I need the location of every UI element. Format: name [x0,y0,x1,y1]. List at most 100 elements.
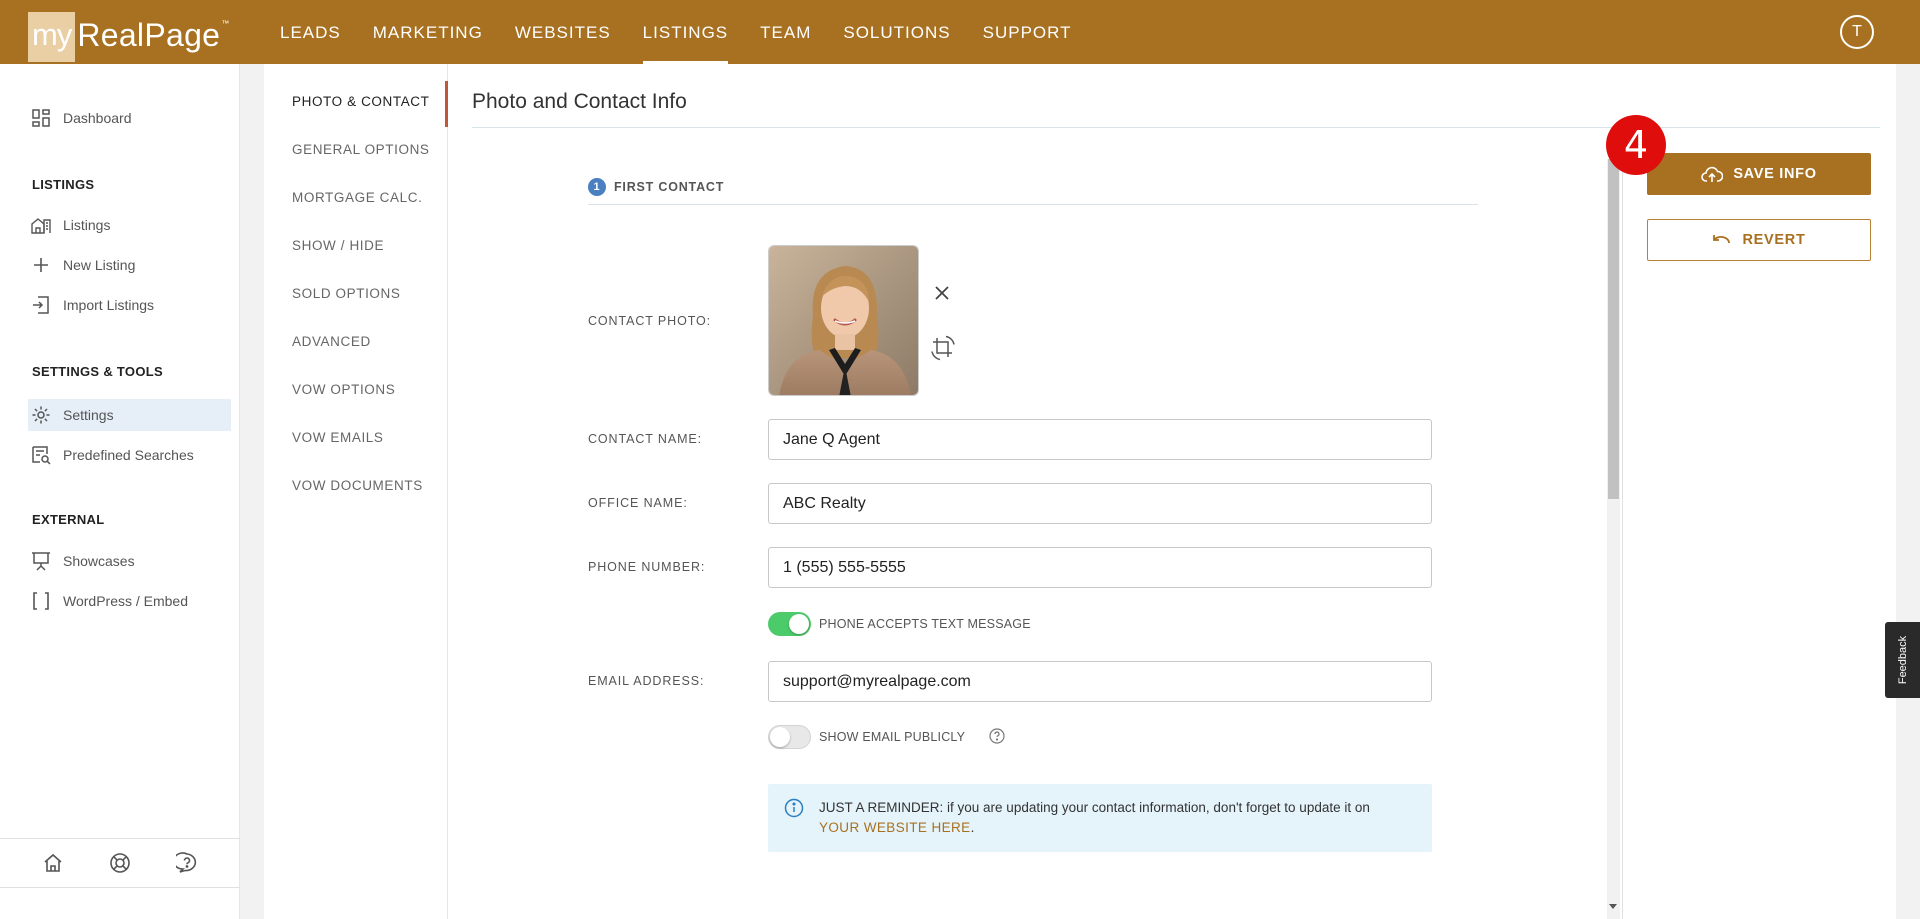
sidebar-item-showcases[interactable]: Showcases [28,545,231,577]
reminder-suffix: . [970,820,975,835]
undo-icon [1713,235,1731,244]
title-divider [472,127,1880,128]
nav-solutions[interactable]: SOLUTIONS [827,0,966,64]
remove-photo-icon[interactable] [930,281,954,305]
subnav-photo-contact[interactable]: PHOTO & CONTACT [292,94,430,109]
dashboard-icon [31,108,51,128]
lifebuoy-icon[interactable] [108,851,132,875]
main-nav: LEADS MARKETING WEBSITES LISTINGS TEAM S… [264,0,1088,64]
sidebar-item-label: Showcases [63,553,135,569]
home-icon[interactable] [41,851,65,875]
actions-divider [1622,159,1623,919]
email-address-label: EMAIL ADDRESS: [588,674,705,688]
sidebar-item-import-listings[interactable]: Import Listings [28,289,231,321]
email-address-input[interactable]: support@myrealpage.com [768,661,1432,702]
phone-text-toggle[interactable] [768,612,811,636]
logo-my: my [28,12,76,62]
subnav-vow-documents[interactable]: VOW DOCUMENTS [292,478,423,493]
myrealpage-logo[interactable]: my RealPage ™ [28,12,229,62]
reminder-text: JUST A REMINDER: if you are updating you… [819,798,1370,838]
scrollbar-thumb[interactable] [1608,159,1619,499]
contact-photo[interactable] [768,245,919,396]
office-name-label: OFFICE NAME: [588,496,688,510]
nav-team[interactable]: TEAM [744,0,827,64]
revert-button[interactable]: REVERT [1647,219,1871,261]
sidebar-item-predefined-searches[interactable]: Predefined Searches [28,439,231,471]
sidebar-item-label: Settings [63,407,114,423]
subnav-mortgage-calc[interactable]: MORTGAGE CALC. [292,190,422,205]
main-panel: PHOTO & CONTACT GENERAL OPTIONS MORTGAGE… [264,64,1896,919]
sidebar-item-listings[interactable]: Listings [28,209,231,241]
sidebar-item-label: Predefined Searches [63,447,194,463]
sidebar-item-dashboard[interactable]: Dashboard [28,102,231,134]
sidebar-item-label: WordPress / Embed [63,593,189,609]
phone-number-label: PHONE NUMBER: [588,560,706,574]
help-icon[interactable] [989,728,1005,744]
step-annotation-badge: 4 [1606,115,1666,175]
subnav-vow-options[interactable]: VOW OPTIONS [292,382,395,397]
contact-name-input[interactable]: Jane Q Agent [768,419,1432,460]
section-title: FIRST CONTACT [614,180,725,194]
nav-websites[interactable]: WEBSITES [499,0,627,64]
contact-photo-label: CONTACT PHOTO: [588,314,712,328]
sidebar-item-label: New Listing [63,257,136,273]
sidebar-section-settings: SETTINGS & TOOLS [32,364,163,379]
subnav-active-marker [445,81,448,127]
nav-listings[interactable]: LISTINGS [627,0,744,64]
step-number: 1 [588,178,606,196]
sidebar-item-new-listing[interactable]: New Listing [28,249,231,281]
office-name-input[interactable]: ABC Realty [768,483,1432,524]
sidebar-item-label: Dashboard [63,110,132,126]
subnav-sold-options[interactable]: SOLD OPTIONS [292,286,400,301]
show-email-toggle[interactable] [768,725,811,749]
subnav-show-hide[interactable]: SHOW / HIDE [292,238,384,253]
sidebar-section-external: EXTERNAL [32,512,105,527]
sidebar-item-label: Listings [63,217,111,233]
logo-trademark: ™ [221,18,230,28]
show-email-label: SHOW EMAIL PUBLICLY [819,730,966,744]
section-header: 1 FIRST CONTACT [588,178,724,196]
chat-help-icon[interactable] [175,851,199,875]
reminder-box: JUST A REMINDER: if you are updating you… [768,784,1432,852]
subnav-general-options[interactable]: GENERAL OPTIONS [292,142,430,157]
cloud-upload-icon [1701,166,1724,182]
brackets-icon [31,591,51,611]
sidebar-item-settings[interactable]: Settings [28,399,231,431]
subnav-advanced[interactable]: ADVANCED [292,334,371,349]
nav-leads[interactable]: LEADS [264,0,357,64]
save-info-button[interactable]: SAVE INFO [1647,153,1871,195]
reminder-message: JUST A REMINDER: if you are updating you… [819,800,1370,815]
revert-label: REVERT [1742,232,1806,248]
logo-name: RealPage [77,16,221,53]
sidebar-item-label: Import Listings [63,297,155,313]
import-icon [31,295,51,315]
phone-number-input[interactable]: 1 (555) 555-5555 [768,547,1432,588]
subnav-vow-emails[interactable]: VOW EMAILS [292,430,384,445]
sidebar-section-listings: LISTINGS [32,177,95,192]
user-avatar[interactable]: T [1840,15,1874,49]
phone-text-label: PHONE ACCEPTS TEXT MESSAGE [819,617,1031,631]
feedback-label: Feedback [1896,635,1909,685]
nav-marketing[interactable]: MARKETING [357,0,499,64]
sidebar-item-wordpress-embed[interactable]: WordPress / Embed [28,585,231,617]
info-icon [784,798,804,818]
website-link[interactable]: YOUR WEBSITE HERE [819,820,971,835]
save-info-label: SAVE INFO [1733,166,1817,182]
crop-photo-icon[interactable] [930,335,956,361]
presentation-icon [31,551,51,571]
left-sidebar: Dashboard LISTINGS Listings New Listing … [0,64,240,919]
feedback-tab[interactable]: Feedback [1885,622,1920,698]
gear-icon [31,405,51,425]
toggle-knob [770,727,790,747]
contact-name-label: CONTACT NAME: [588,432,703,446]
sidebar-footer [0,838,240,888]
nav-support[interactable]: SUPPORT [967,0,1088,64]
scroll-down-arrow[interactable] [1609,904,1617,909]
top-bar: my RealPage ™ LEADS MARKETING WEBSITES L… [0,0,1920,64]
section-divider [588,204,1478,205]
buildings-icon [31,215,51,235]
saved-search-icon [31,445,51,465]
page-title: Photo and Contact Info [472,90,687,113]
toggle-knob [789,614,809,634]
settings-subnav: PHOTO & CONTACT GENERAL OPTIONS MORTGAGE… [264,64,448,919]
